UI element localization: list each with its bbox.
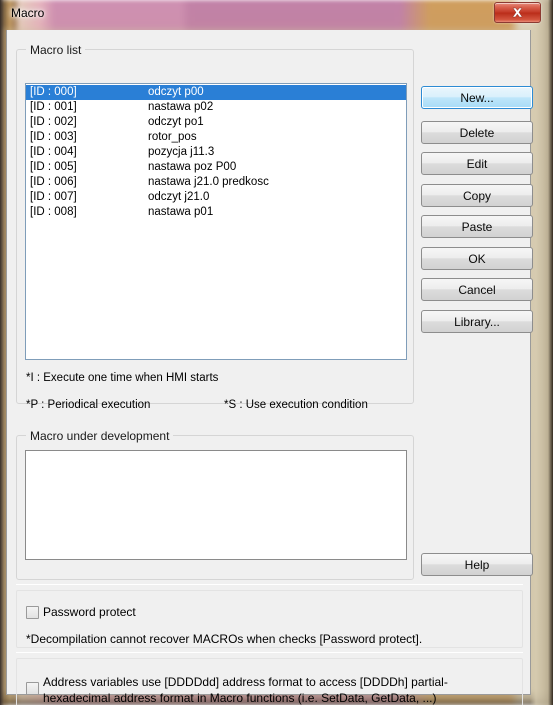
macro-row-id: [ID : 006] <box>30 176 77 188</box>
macro-row-id: [ID : 007] <box>30 191 77 203</box>
password-protect-label: Password protect <box>43 605 136 619</box>
ok-button[interactable]: OK <box>421 247 533 270</box>
macro-row-id: [ID : 003] <box>30 131 77 143</box>
window-title: Macro <box>11 6 45 20</box>
macro-row-id: [ID : 005] <box>30 161 77 173</box>
title-bar[interactable]: Macro <box>0 0 553 30</box>
macro-list-row[interactable]: [ID : 008] nastawa p01 <box>26 205 406 220</box>
library-button[interactable]: Library... <box>421 310 533 333</box>
decompilation-note: *Decompilation cannot recover MACROs whe… <box>26 632 423 646</box>
address-format-checkbox[interactable] <box>26 682 39 695</box>
macro-row-id: [ID : 008] <box>30 206 77 218</box>
macro-under-development-listbox[interactable] <box>25 450 407 560</box>
macro-row-name: nastawa j21.0 predkosc <box>148 176 269 188</box>
macro-row-name: nastawa p01 <box>148 206 214 218</box>
macro-dialog-window: Macro Macro list [ID : 000] odczyt p00 [ID… <box>0 0 553 705</box>
macro-list-row[interactable]: [ID : 000] odczyt p00 <box>26 85 406 100</box>
divider-bottom <box>16 652 523 653</box>
new-button[interactable]: New... <box>421 86 533 109</box>
paste-button[interactable]: Paste <box>421 215 533 238</box>
dialog-client-area: Macro list [ID : 000] odczyt p00 [ID : 001… <box>6 30 533 705</box>
macro-row-id: [ID : 002] <box>30 116 77 128</box>
macro-listbox[interactable]: [ID : 000] odczyt p00 [ID : 001] nastawa p0… <box>25 83 407 360</box>
macro-row-name: rotor_pos <box>148 131 197 143</box>
macro-row-name: pozycja j11.3 <box>148 146 215 158</box>
copy-button[interactable]: Copy <box>421 184 533 207</box>
password-protect-checkbox[interactable] <box>26 606 39 619</box>
macro-list-row[interactable]: [ID : 006] nastawa j21.0 predkosc <box>26 175 406 190</box>
macro-under-development-label: Macro under development <box>26 429 174 443</box>
macro-row-id: [ID : 000] <box>30 86 77 98</box>
macro-row-id: [ID : 004] <box>30 146 77 158</box>
macro-row-name: odczyt p00 <box>148 86 204 98</box>
legend-execute-once: *I : Execute one time when HMI starts <box>26 372 219 384</box>
macro-row-id: [ID : 001] <box>30 101 77 113</box>
help-button[interactable]: Help <box>421 553 533 576</box>
address-format-label: Address variables use [DDDDdd] address f… <box>43 675 448 705</box>
legend-execution-condition: *S : Use execution condition <box>224 399 368 411</box>
close-button[interactable] <box>494 2 541 23</box>
macro-list-row[interactable]: [ID : 004] pozycja j11.3 <box>26 145 406 160</box>
macro-list-row[interactable]: [ID : 005] nastawa poz P00 <box>26 160 406 175</box>
macro-row-name: odczyt po1 <box>148 116 204 128</box>
cancel-button[interactable]: Cancel <box>421 278 533 301</box>
macro-list-row[interactable]: [ID : 001] nastawa p02 <box>26 100 406 115</box>
edit-button[interactable]: Edit <box>421 152 533 175</box>
macro-row-name: odczyt j21.0 <box>148 191 210 203</box>
close-icon <box>512 7 523 18</box>
delete-button[interactable]: Delete <box>421 121 533 144</box>
macro-row-name: nastawa p02 <box>148 101 214 113</box>
macro-row-name: nastawa poz P00 <box>148 161 237 173</box>
macro-list-row[interactable]: [ID : 003] rotor_pos <box>26 130 406 145</box>
macro-list-row[interactable]: [ID : 002] odczyt po1 <box>26 115 406 130</box>
macro-list-group-label: Macro list <box>26 43 86 57</box>
legend-periodical: *P : Periodical execution <box>26 399 151 411</box>
macro-list-row[interactable]: [ID : 007] odczyt j21.0 <box>26 190 406 205</box>
divider-top <box>16 584 523 585</box>
